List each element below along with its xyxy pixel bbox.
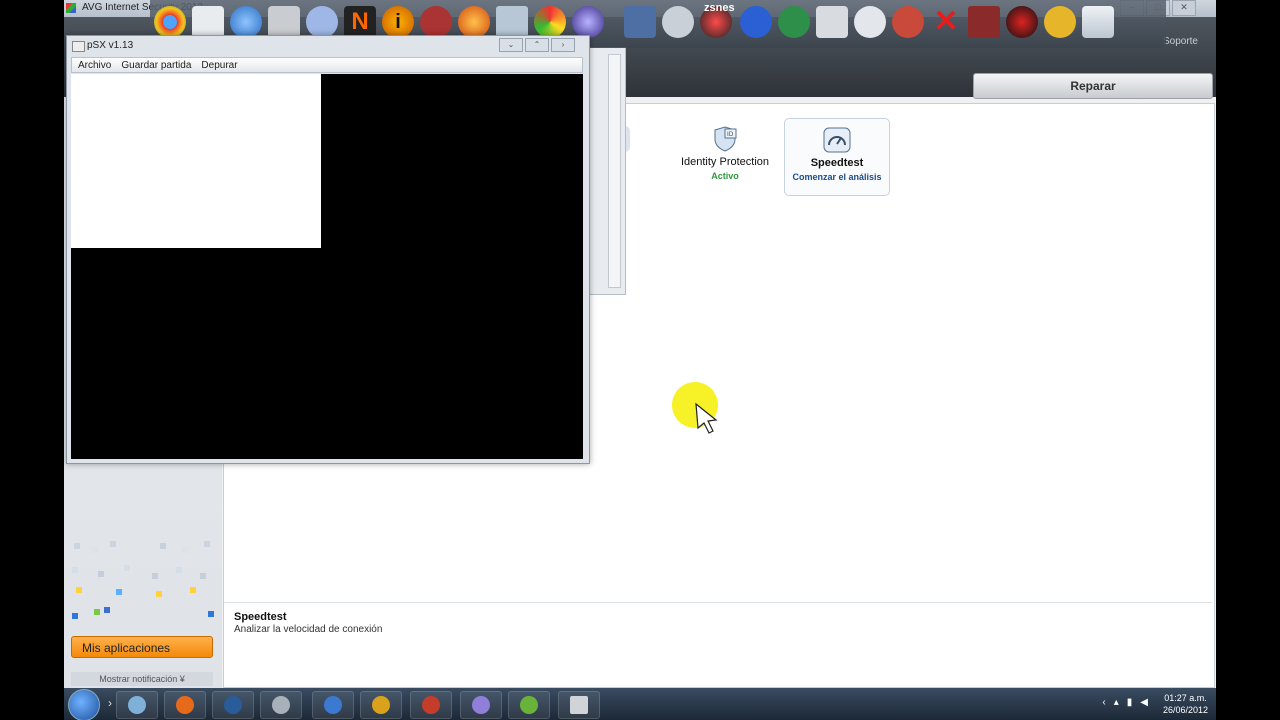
clock-date: 26/06/2012	[1162, 705, 1208, 715]
network-icon[interactable]: ▮	[1127, 697, 1133, 708]
component-identity-protection[interactable]: ID Identity Protection Activo	[673, 118, 777, 194]
taskbar-app-6[interactable]	[360, 691, 402, 719]
start-scan-link[interactable]: Comenzar el análisis	[785, 172, 889, 182]
maximize-button[interactable]: ⌃	[525, 38, 549, 52]
app-icon	[176, 696, 194, 714]
scrollbar[interactable]	[608, 54, 621, 288]
repair-button[interactable]: Reparar	[973, 73, 1213, 99]
gallery-icon[interactable]	[968, 6, 1000, 38]
component-name: Speedtest	[810, 157, 864, 169]
psx-app-icon	[72, 41, 85, 52]
search-user-icon[interactable]	[624, 6, 656, 38]
component-speedtest[interactable]: Speedtest Comenzar el análisis	[784, 118, 890, 196]
chevron-right-icon[interactable]: ›	[108, 696, 112, 710]
minimize-button[interactable]: ⌄	[499, 38, 523, 52]
app-icon	[422, 696, 440, 714]
hand-cursor-icon	[695, 402, 718, 434]
umbrella-icon[interactable]	[534, 6, 566, 38]
chrome-icon[interactable]	[154, 6, 186, 38]
component-name: Identity Protection	[680, 156, 770, 168]
eclipse-icon[interactable]	[572, 6, 604, 38]
sword-icon[interactable]	[778, 6, 810, 38]
taskbar-app-9[interactable]	[508, 691, 550, 719]
zsnes-label: zsnes	[704, 2, 735, 14]
disc-icon[interactable]	[816, 6, 848, 38]
app-icon	[128, 696, 146, 714]
notepad-icon[interactable]	[192, 6, 224, 38]
shield-id-icon: ID	[711, 126, 739, 152]
component-info-panel: Speedtest Analizar la velocidad de conex…	[224, 602, 1212, 687]
tray-arrow-icon[interactable]: ▴	[1114, 697, 1119, 708]
nero-icon[interactable]: N	[344, 6, 376, 38]
app-icon	[272, 696, 290, 714]
brush-icon[interactable]	[1044, 6, 1076, 38]
psx-window-controls: ⌄ ⌃ ›	[499, 38, 575, 52]
app-icon	[324, 696, 342, 714]
close-button[interactable]: ›	[551, 38, 575, 52]
recycle-bin-icon[interactable]	[1082, 6, 1114, 38]
taskbar-app-7[interactable]	[410, 691, 452, 719]
taskbar: › ‹ ▴ ▮ ◀ 01:27 a.m. 26/06/2012	[64, 688, 1216, 720]
emulator-white-region	[71, 74, 321, 248]
psx-title-bar: pSX v1.13 ⌄ ⌃ ›	[67, 36, 589, 55]
taskbar-app-5[interactable]	[312, 691, 354, 719]
app-icon	[570, 696, 588, 714]
info-description: Analizar la velocidad de conexión	[234, 624, 383, 635]
record-icon[interactable]	[1006, 6, 1038, 38]
svg-text:ID: ID	[727, 131, 734, 138]
clock-time: 01:27 a.m.	[1164, 693, 1207, 703]
app-icon	[472, 696, 490, 714]
info-title: Speedtest	[234, 611, 287, 623]
start-button[interactable]	[68, 689, 100, 720]
drive-icon[interactable]	[420, 6, 452, 38]
x-icon[interactable]: ✕	[930, 6, 962, 38]
globe-icon[interactable]	[230, 6, 262, 38]
close-button[interactable]: ✕	[1172, 0, 1196, 16]
taskbar-app-4[interactable]	[260, 691, 302, 719]
menu-item-depurar[interactable]: Depurar	[201, 58, 237, 72]
support-link[interactable]: Soporte	[1163, 36, 1198, 47]
app-icon	[372, 696, 390, 714]
dvd-icon[interactable]	[854, 6, 886, 38]
show-notifications-toggle[interactable]: Mostrar notificación ¥	[71, 672, 213, 686]
video-frame: AVG Internet Security 2012 – □ ✕ Ar Sopo…	[64, 0, 1216, 720]
app-icon	[520, 696, 538, 714]
chevron-down-icon: ¥	[179, 674, 185, 684]
volume-icon[interactable]: ◀	[1140, 697, 1148, 708]
speedometer-icon	[823, 127, 851, 153]
drive2-icon[interactable]	[662, 6, 694, 38]
cloud-icon[interactable]	[306, 6, 338, 38]
avg-logo-icon	[66, 3, 76, 13]
my-apps-button[interactable]: Mis aplicaciones	[71, 636, 213, 658]
component-status: Activo	[711, 171, 739, 181]
taskbar-app-8[interactable]	[460, 691, 502, 719]
info-icon[interactable]: i	[382, 6, 414, 38]
show-notifications-label: Mostrar notificación	[99, 674, 178, 684]
taskbar-app-3[interactable]	[212, 691, 254, 719]
window-icon[interactable]	[496, 6, 528, 38]
emulator-screen[interactable]	[71, 74, 583, 459]
system-tray: ‹ ▴ ▮ ◀	[1102, 697, 1148, 708]
taskbar-app-10[interactable]	[558, 691, 600, 719]
psx-window: pSX v1.13 ⌄ ⌃ › Archivo Guardar partida …	[66, 35, 590, 464]
app-icon	[224, 696, 242, 714]
clock[interactable]: 01:27 a.m. 26/06/2012	[1163, 692, 1208, 716]
menu-item-guardar-partida[interactable]: Guardar partida	[121, 58, 191, 72]
game-icon[interactable]	[740, 6, 772, 38]
paint-icon[interactable]	[892, 6, 924, 38]
firefox-icon[interactable]	[458, 6, 490, 38]
chevron-left-icon[interactable]: ‹	[1102, 697, 1105, 708]
psx-window-title: pSX v1.13	[87, 40, 134, 51]
taskbar-app-2[interactable]	[164, 691, 206, 719]
tools-icon[interactable]	[268, 6, 300, 38]
taskbar-app-1[interactable]	[116, 691, 158, 719]
psx-menu-bar: Archivo Guardar partida Depurar	[71, 57, 583, 73]
menu-item-archivo[interactable]: Archivo	[78, 58, 111, 72]
